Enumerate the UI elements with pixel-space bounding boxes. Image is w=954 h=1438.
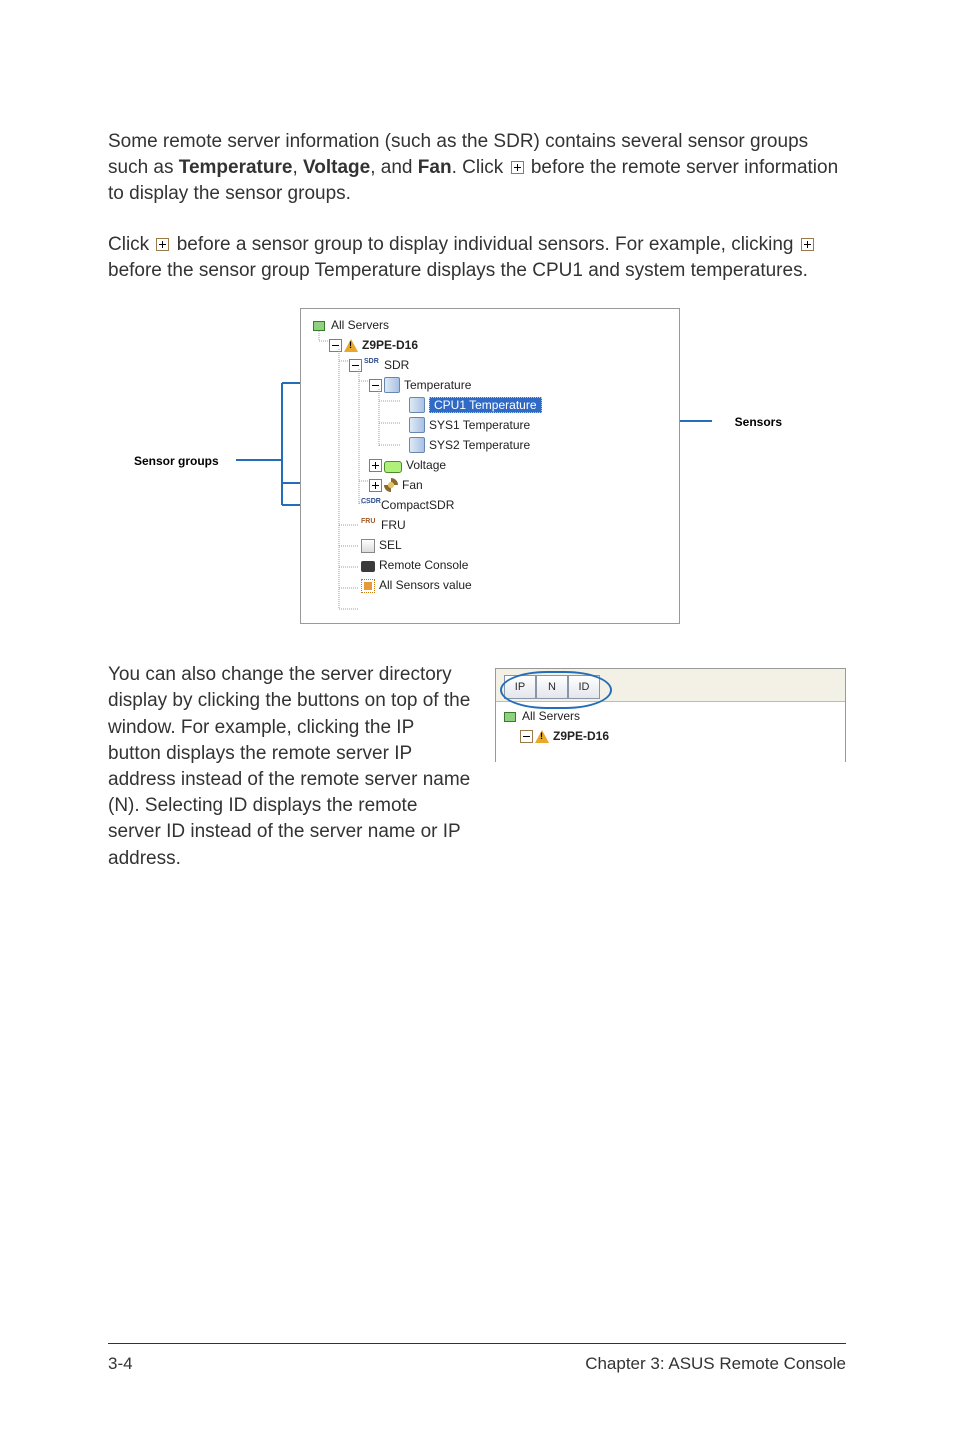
compactsdr-icon: CSDR [361,496,377,514]
warning-icon [344,339,358,352]
panel-server[interactable]: Z9PE-D16 [502,726,839,746]
panel-all-servers[interactable]: All Servers [502,706,839,726]
tree-all-sensors-value[interactable]: All Sensors value [311,575,669,595]
servers-icon [311,317,327,333]
tree-sys1-temp[interactable]: SYS1 Temperature [311,415,669,435]
tree-temperature[interactable]: Temperature [311,375,669,395]
tree-cpu1-temp[interactable]: CPU1 Temperature [311,395,669,415]
warning-icon [535,730,549,743]
sel-icon [361,539,375,553]
tree-compactsdr[interactable]: CSDR CompactSDR [311,495,669,515]
paragraph-1: Some remote server information (such as … [108,129,846,208]
chapter-title: Chapter 3: ASUS Remote Console [585,1354,846,1374]
expand-icon[interactable] [369,459,382,472]
temperature-icon [409,437,425,453]
tree-panel: All Servers Z9PE-D16 SDR SDR Temperature… [300,308,680,624]
label-sensors: Sensors [735,415,782,429]
expand-icon [801,238,814,251]
collapse-icon[interactable] [329,339,342,352]
page-footer: 3-4 Chapter 3: ASUS Remote Console [108,1343,846,1374]
paragraph-2: Click before a sensor group to display i… [108,232,846,284]
fru-icon: FRU [361,516,377,534]
tab-n[interactable]: N [536,675,568,699]
paragraph-3: You can also change the server directory… [108,662,471,872]
temperature-icon [409,397,425,413]
collapse-icon[interactable] [520,730,533,743]
temperature-icon [409,417,425,433]
voltage-icon [384,461,402,473]
sdr-icon: SDR [364,356,380,374]
tree-diagram: Sensor groups Sensors [152,308,802,624]
label-sensor-groups: Sensor groups [134,454,219,468]
tree-voltage[interactable]: Voltage [311,455,669,475]
server-directory-panel: IP N ID All Servers Z9PE-D16 [495,668,846,762]
page-number: 3-4 [108,1354,133,1374]
temperature-icon [384,377,400,393]
tree-sdr[interactable]: SDR SDR [311,355,669,375]
servers-icon [502,708,518,724]
tree-fru[interactable]: FRU FRU [311,515,669,535]
tree-fan[interactable]: Fan [311,475,669,495]
fan-icon [384,478,398,492]
expand-icon[interactable] [369,479,382,492]
tree-all-servers[interactable]: All Servers [311,315,669,335]
tab-ip[interactable]: IP [504,675,536,699]
expand-icon [511,161,524,174]
tree-sys2-temp[interactable]: SYS2 Temperature [311,435,669,455]
remote-console-icon [361,561,375,572]
collapse-icon[interactable] [349,359,362,372]
tab-id[interactable]: ID [568,675,600,699]
all-sensors-icon [361,579,375,593]
collapse-icon[interactable] [369,379,382,392]
tree-remote-console[interactable]: Remote Console [311,555,669,575]
tree-server[interactable]: Z9PE-D16 [311,335,669,355]
expand-icon [156,238,169,251]
tree-sel[interactable]: SEL [311,535,669,555]
